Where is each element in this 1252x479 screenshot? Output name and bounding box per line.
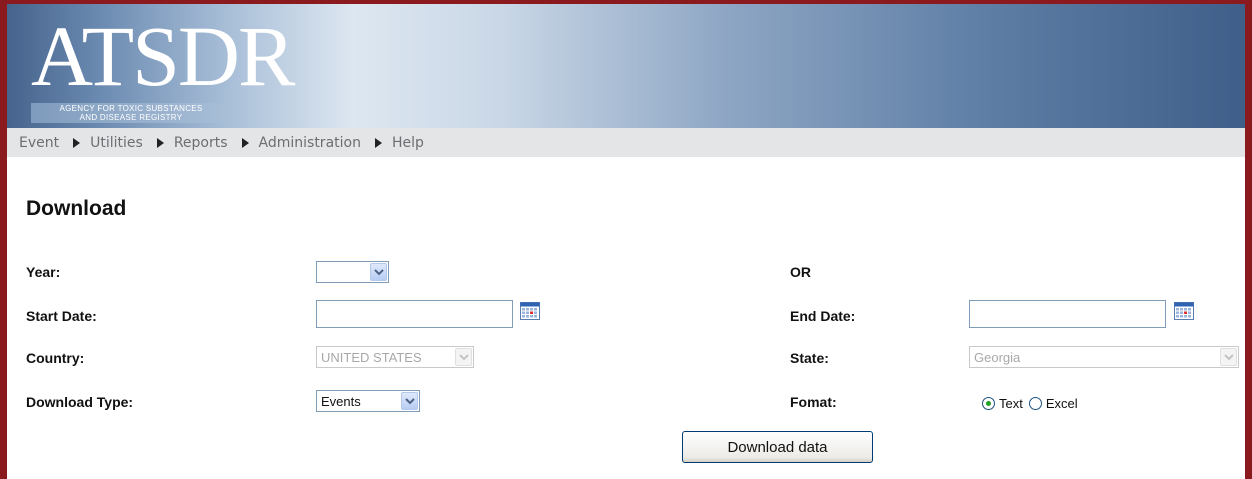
- download-type-select[interactable]: Events: [316, 390, 420, 412]
- arrow-right-icon: [156, 137, 164, 148]
- logo-subtitle: AGENCY FOR TOXIC SUBSTANCES AND DISEASE …: [31, 103, 231, 123]
- download-type-label: Download Type:: [26, 394, 134, 410]
- or-label: OR: [790, 264, 811, 280]
- menu-item-reports[interactable]: Reports: [174, 135, 259, 151]
- download-data-button[interactable]: Download data: [682, 431, 873, 463]
- format-excel-label: Excel: [1045, 396, 1078, 411]
- arrow-right-icon: [73, 137, 81, 148]
- country-label: Country:: [26, 350, 85, 366]
- arrow-right-icon: [241, 137, 249, 148]
- chevron-down-icon: [1220, 348, 1237, 366]
- state-label: State:: [790, 350, 829, 366]
- country-select[interactable]: UNITED STATES: [316, 346, 474, 368]
- format-text-label: Text: [999, 396, 1023, 411]
- format-excel-radio[interactable]: [1028, 397, 1042, 410]
- page-title: Download: [26, 197, 127, 220]
- year-label: Year:: [26, 264, 61, 280]
- menu-item-help[interactable]: Help: [392, 135, 424, 151]
- main-menu: Event Utilities Reports Administration H…: [7, 128, 1245, 157]
- year-select[interactable]: [316, 261, 389, 283]
- end-date-label: End Date:: [790, 308, 856, 324]
- menu-item-event[interactable]: Event: [19, 135, 90, 151]
- atsdr-logo: ATSDR: [31, 8, 295, 104]
- chevron-down-icon[interactable]: [370, 263, 387, 281]
- menu-item-administration[interactable]: Administration: [259, 135, 392, 151]
- chevron-down-icon: [455, 348, 472, 366]
- arrow-right-icon: [374, 137, 382, 148]
- chevron-down-icon[interactable]: [401, 392, 418, 410]
- start-date-label: Start Date:: [26, 308, 97, 324]
- state-select[interactable]: Georgia: [969, 346, 1239, 368]
- calendar-icon[interactable]: [520, 302, 540, 320]
- format-text-radio[interactable]: [982, 397, 995, 410]
- calendar-icon[interactable]: [1174, 302, 1194, 320]
- start-date-input[interactable]: [316, 300, 513, 328]
- format-radio-group: Text Excel: [982, 396, 1084, 411]
- menu-item-utilities[interactable]: Utilities: [90, 135, 174, 151]
- end-date-input[interactable]: [969, 300, 1166, 328]
- header-banner: ATSDR AGENCY FOR TOXIC SUBSTANCES AND DI…: [7, 4, 1245, 128]
- format-label: Fomat:: [790, 394, 837, 410]
- download-form: Download Year: OR Start Date: End Date: …: [7, 157, 1245, 479]
